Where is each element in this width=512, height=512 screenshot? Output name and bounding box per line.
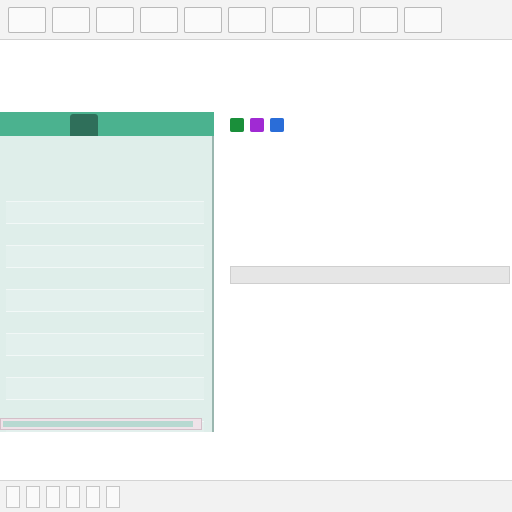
left-list-item[interactable] bbox=[6, 224, 204, 246]
toolbar-button-9[interactable] bbox=[360, 6, 398, 33]
green-mark-icon bbox=[230, 118, 244, 132]
toolbar-button-1[interactable] bbox=[8, 6, 46, 33]
footer-button-2[interactable] bbox=[26, 485, 40, 508]
main-toolbar bbox=[0, 0, 512, 40]
toolbar-button-8[interactable] bbox=[316, 6, 354, 33]
left-panel bbox=[0, 112, 214, 488]
left-list-item[interactable] bbox=[6, 444, 204, 466]
left-list-item[interactable] bbox=[6, 378, 204, 400]
footer-bar bbox=[0, 480, 512, 512]
toolbar-button-2[interactable] bbox=[52, 6, 90, 33]
left-list-item[interactable] bbox=[6, 312, 204, 334]
toolbar-button-3[interactable] bbox=[96, 6, 134, 33]
toolbar-button-7[interactable] bbox=[272, 6, 310, 33]
toolbar-button-10[interactable] bbox=[404, 6, 442, 33]
right-table-header bbox=[230, 266, 510, 284]
footer-button-5[interactable] bbox=[86, 485, 100, 508]
footer-button-6[interactable] bbox=[106, 485, 120, 508]
left-list-item[interactable] bbox=[6, 334, 204, 356]
table-row bbox=[230, 290, 510, 312]
blue-mark-icon bbox=[270, 118, 284, 132]
table-row bbox=[230, 378, 510, 400]
left-panel-header-row bbox=[6, 140, 206, 168]
folder-tab-icon bbox=[70, 114, 98, 136]
table-row bbox=[230, 334, 510, 356]
purple-mark-icon bbox=[250, 118, 264, 132]
left-panel-list bbox=[6, 180, 204, 488]
left-list-item[interactable] bbox=[6, 290, 204, 312]
left-panel-header bbox=[0, 112, 214, 136]
left-list-item[interactable] bbox=[6, 180, 204, 202]
right-panel bbox=[230, 112, 512, 442]
scrollbar-thumb[interactable] bbox=[3, 421, 193, 427]
right-table bbox=[230, 290, 510, 400]
left-panel-horizontal-scrollbar[interactable] bbox=[0, 418, 202, 430]
left-list-item[interactable] bbox=[6, 356, 204, 378]
toolbar-button-5[interactable] bbox=[184, 6, 222, 33]
toolbar-button-6[interactable] bbox=[228, 6, 266, 33]
table-row bbox=[230, 312, 510, 334]
table-row bbox=[230, 356, 510, 378]
toolbar-button-4[interactable] bbox=[140, 6, 178, 33]
left-list-item[interactable] bbox=[6, 202, 204, 224]
right-panel-title bbox=[230, 112, 290, 138]
left-list-item[interactable] bbox=[6, 246, 204, 268]
left-list-item[interactable] bbox=[6, 268, 204, 290]
footer-button-1[interactable] bbox=[6, 485, 20, 508]
footer-button-4[interactable] bbox=[66, 485, 80, 508]
footer-button-3[interactable] bbox=[46, 485, 60, 508]
right-panel-lines bbox=[230, 170, 510, 180]
